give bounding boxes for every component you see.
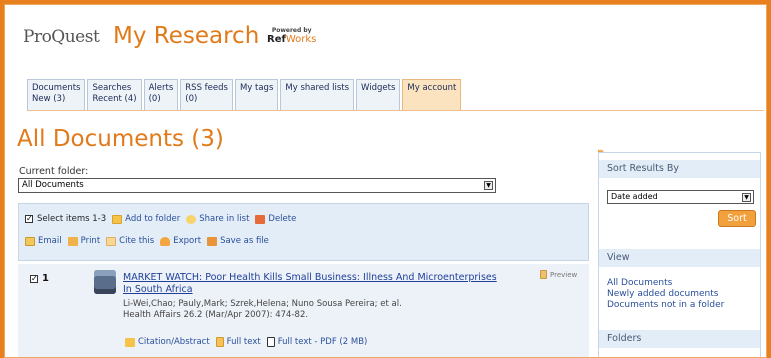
full-text-icon bbox=[215, 337, 224, 347]
result-number: 1 bbox=[42, 273, 49, 284]
tab-rss-feeds[interactable]: RSS feeds (0) bbox=[180, 79, 233, 111]
action-toolbar: ✓ Select items 1-3 Add to folder Share in… bbox=[18, 203, 589, 261]
cite-icon bbox=[106, 236, 117, 246]
full-text-pdf-link[interactable]: Full text - PDF (2 MB) bbox=[266, 337, 367, 347]
current-folder-label: Current folder: bbox=[19, 166, 89, 177]
sort-value: Date added bbox=[611, 192, 658, 201]
cite-this-button[interactable]: Cite this bbox=[106, 236, 154, 246]
delete-icon bbox=[255, 214, 266, 224]
app-title: My Research bbox=[113, 23, 260, 49]
sort-button[interactable]: Sort bbox=[718, 210, 756, 227]
citation-abstract-link[interactable]: Citation/Abstract bbox=[125, 337, 210, 347]
tab-alerts[interactable]: Alerts (0) bbox=[143, 79, 179, 111]
share-in-list-button[interactable]: Share in list bbox=[186, 214, 249, 224]
pdf-icon bbox=[266, 337, 275, 347]
full-text-link[interactable]: Full text bbox=[215, 337, 261, 347]
preview-link[interactable]: Preview bbox=[540, 270, 577, 279]
sort-select[interactable]: Date added ▼ bbox=[607, 190, 754, 204]
view-links: All Documents Newly added documents Docu… bbox=[607, 278, 724, 311]
abstract-icon bbox=[125, 337, 135, 347]
save-as-file-button[interactable]: Save as file bbox=[207, 236, 269, 246]
print-button[interactable]: Print bbox=[67, 236, 100, 246]
document-type-icon bbox=[94, 270, 116, 294]
select-items-control[interactable]: ✓ Select items 1-3 bbox=[25, 214, 106, 224]
email-button[interactable]: Email bbox=[25, 236, 62, 246]
page-frame: ProQuest My Research Powered by RefWorks… bbox=[4, 4, 767, 358]
view-link-newly-added[interactable]: Newly added documents bbox=[607, 289, 724, 300]
view-link-all-documents[interactable]: All Documents bbox=[607, 278, 724, 289]
preview-icon bbox=[540, 270, 547, 279]
result-authors: Li-Wei,Chao; Pauly,Mark; Szrek,Helena; N… bbox=[123, 299, 402, 309]
sidebar: Sort Results By Date added ▼ Sort View A… bbox=[598, 152, 761, 357]
tab-my-account[interactable]: My account bbox=[402, 79, 462, 111]
current-folder-select[interactable]: All Documents ▼ bbox=[18, 178, 496, 193]
list-item: ✓ 1 MARKET WATCH: Poor Health Kills Small… bbox=[18, 264, 589, 357]
save-icon bbox=[207, 236, 218, 246]
add-to-folder-button[interactable]: Add to folder bbox=[112, 214, 180, 224]
email-icon bbox=[25, 236, 35, 246]
result-select[interactable]: ✓ 1 bbox=[30, 273, 49, 284]
result-source: Health Affairs 26.2 (Mar/Apr 2007): 474-… bbox=[123, 310, 309, 320]
export-icon bbox=[160, 236, 171, 246]
result-citation: Li-Wei,Chao; Pauly,Mark; Szrek,Helena; N… bbox=[123, 299, 523, 321]
checkbox-checked-icon: ✓ bbox=[25, 214, 33, 223]
delete-button[interactable]: Delete bbox=[255, 214, 296, 224]
chevron-down-icon: ▼ bbox=[484, 181, 493, 190]
folders-heading: Folders bbox=[599, 330, 760, 348]
proquest-logo: ProQuest bbox=[23, 27, 100, 47]
export-button[interactable]: Export bbox=[160, 236, 201, 246]
refworks-wordmark: RefWorks bbox=[267, 34, 317, 45]
tab-documents[interactable]: Documents New (3) bbox=[27, 79, 86, 111]
refworks-logo: Powered by RefWorks bbox=[267, 27, 316, 46]
view-heading: View bbox=[599, 249, 760, 267]
page-title: All Documents (3) bbox=[17, 126, 224, 152]
view-link-not-in-folder[interactable]: Documents not in a folder bbox=[607, 300, 724, 311]
sort-results-heading: Sort Results By bbox=[599, 160, 760, 178]
folder-icon bbox=[112, 214, 123, 224]
tab-my-tags[interactable]: My tags bbox=[234, 79, 279, 111]
chevron-down-icon: ▼ bbox=[742, 193, 751, 202]
tab-divider bbox=[27, 110, 764, 111]
tab-searches[interactable]: Searches Recent (4) bbox=[87, 79, 142, 111]
result-links: Citation/Abstract Full text Full text - … bbox=[125, 337, 373, 347]
share-icon bbox=[186, 214, 197, 224]
powered-by-text: Powered by bbox=[271, 27, 312, 34]
current-folder-value: All Documents bbox=[22, 180, 84, 190]
print-icon bbox=[67, 236, 78, 246]
tab-bar: Documents New (3) Searches Recent (4) Aler… bbox=[27, 79, 463, 111]
result-title-link[interactable]: MARKET WATCH: Poor Health Kills Small Bu… bbox=[123, 272, 503, 296]
tab-widgets[interactable]: Widgets bbox=[356, 79, 401, 111]
checkbox-checked-icon: ✓ bbox=[30, 273, 38, 283]
tab-my-shared-lists[interactable]: My shared lists bbox=[280, 79, 355, 111]
